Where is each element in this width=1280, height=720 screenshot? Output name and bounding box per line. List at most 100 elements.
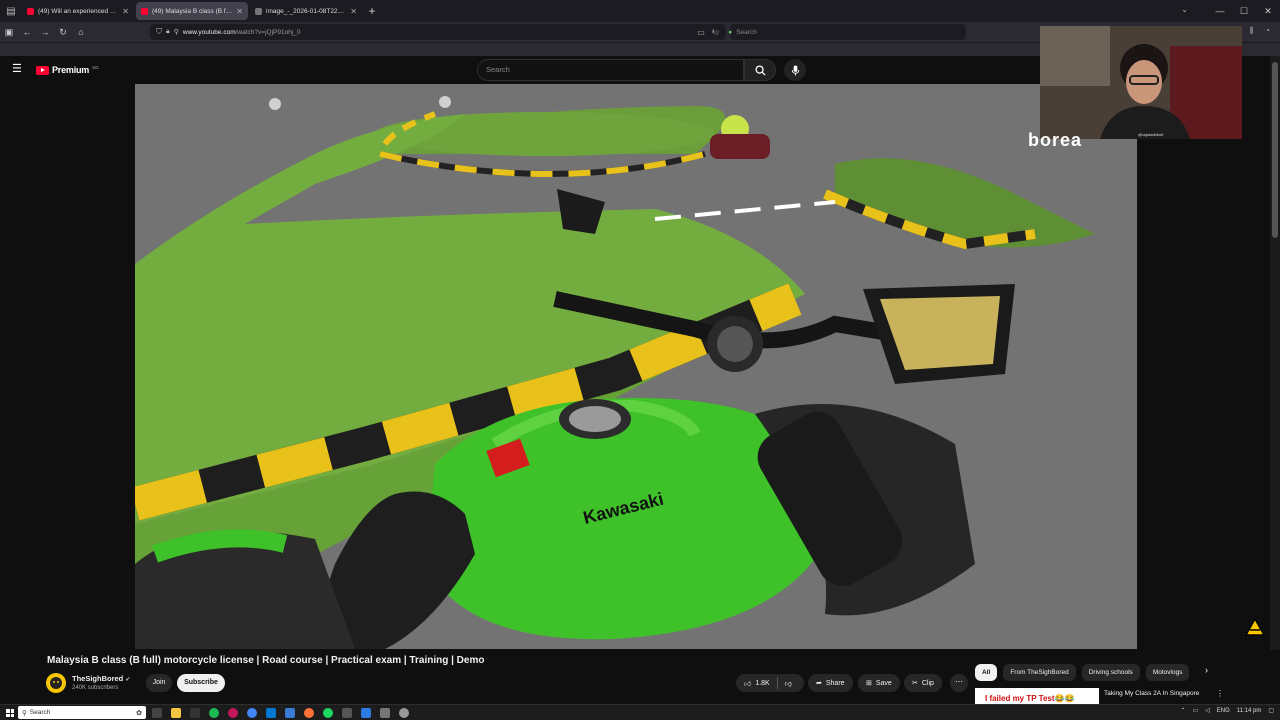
taskbar-search-box[interactable]: ⚲ Search ✿ — [18, 706, 146, 719]
browser-tab[interactable]: image_-_2026-01-08T225916.570.jp ✕ — [250, 2, 362, 20]
channel-avatar-icon — [50, 677, 62, 689]
hamburger-menu-icon[interactable]: ☰ — [12, 64, 22, 75]
google-icon: ● — [728, 28, 733, 36]
video-frame-scene: Kawasaki — [135, 84, 1137, 649]
clip-label: Clip — [921, 679, 934, 687]
new-tab-button[interactable]: + — [364, 4, 380, 18]
chip-all[interactable]: All — [975, 664, 998, 681]
file-explorer-icon[interactable] — [171, 708, 181, 718]
app-red-icon[interactable] — [228, 708, 238, 718]
save-button[interactable]: ⊞ Save — [858, 674, 900, 692]
reader-view-icon[interactable]: ▭ — [697, 28, 705, 37]
scissors-icon: ✂ — [912, 680, 918, 687]
chrome-icon[interactable] — [247, 708, 257, 718]
browser-search-field[interactable]: ⭳ ● Search — [712, 24, 966, 40]
close-tab-icon[interactable]: ✕ — [350, 7, 357, 16]
search-icon — [754, 64, 766, 76]
app-gray-icon[interactable] — [380, 708, 390, 718]
youtube-play-icon — [36, 65, 49, 75]
verified-icon: ✔ — [125, 677, 131, 683]
channel-avatar[interactable] — [46, 673, 66, 693]
maximize-icon[interactable]: ☐ — [1232, 0, 1256, 22]
recommendation-thumbnail[interactable]: I failed my TP Test😂😂 — [975, 688, 1099, 704]
language-indicator[interactable]: ENG — [1217, 708, 1230, 714]
app-blue-icon[interactable] — [285, 708, 295, 718]
tray-chevron-icon[interactable]: ⌃ — [1180, 707, 1185, 714]
close-tab-icon[interactable]: ✕ — [122, 7, 129, 16]
search-highlight-icon: ✿ — [136, 709, 142, 717]
extensions-icon[interactable]: ◔ — [1265, 26, 1270, 36]
app-dark-icon[interactable] — [342, 708, 352, 718]
recommendation-menu-icon[interactable]: ⋮ — [1216, 689, 1224, 698]
firefox-icon[interactable] — [304, 708, 314, 718]
browser-tab-active[interactable]: (49) Malaysia B class (B full) ✕ — [136, 2, 248, 20]
home-icon[interactable]: ⌂ — [72, 27, 90, 37]
spotify-green-icon[interactable] — [323, 708, 333, 718]
clock[interactable]: 11:14 pm — [1237, 708, 1262, 714]
tab-label: image_-_2026-01-08T225916.570.jp — [266, 7, 347, 15]
download-icon[interactable]: ⭳ — [712, 27, 714, 38]
voice-search-button[interactable] — [784, 59, 806, 81]
forward-icon[interactable]: → — [36, 27, 54, 37]
youtube-search-input[interactable]: Search — [477, 59, 744, 81]
sidebar-toggle-icon[interactable]: ▤ — [0, 0, 22, 22]
thumbs-up-icon: 👍︎ — [744, 680, 752, 688]
thumbs-down-icon: 👎︎ — [784, 680, 792, 688]
volume-icon[interactable]: ◁ — [1205, 707, 1210, 714]
youtube-search-button[interactable] — [744, 59, 776, 81]
notification-icon[interactable]: ▢ — [1268, 707, 1274, 714]
spotify-icon[interactable] — [209, 708, 219, 718]
vscode-icon[interactable] — [266, 708, 276, 718]
more-actions-button[interactable]: ⋯ — [950, 674, 968, 692]
shield-icon[interactable]: ⛉ — [156, 27, 162, 37]
youtube-logo[interactable]: Premium SG — [36, 65, 99, 75]
taskview-icon[interactable] — [152, 708, 162, 718]
youtube-country-code: SG — [92, 64, 99, 70]
recommendation-chips: All From TheSighBored Driving schools Mo… — [975, 664, 1190, 681]
youtube-favicon-icon — [141, 7, 148, 15]
lock-icon: 🔒︎ — [166, 28, 170, 35]
app-check-icon[interactable] — [361, 708, 371, 718]
terminal-icon[interactable] — [190, 708, 200, 718]
scrollbar-thumb[interactable] — [1272, 62, 1278, 238]
like-button[interactable]: 👍︎ 1.8K — [744, 679, 770, 688]
browser-tab[interactable]: (49) Will an experienced rider p ✕ — [22, 2, 134, 20]
chip-from-channel[interactable]: From TheSighBored — [1003, 664, 1076, 681]
close-window-icon[interactable]: ✕ — [1256, 0, 1280, 22]
save-label: Save — [875, 679, 892, 687]
join-button[interactable]: Join — [146, 674, 172, 692]
chevron-right-icon[interactable]: › — [1205, 665, 1208, 675]
like-count: 1.8K — [755, 679, 770, 687]
network-icon[interactable]: ▭ — [1192, 707, 1198, 714]
chip-driving-schools[interactable]: Driving schools — [1081, 664, 1140, 681]
channel-name[interactable]: TheSighBored ✔ — [72, 674, 130, 683]
video-player[interactable]: Kawasaki — [135, 84, 1137, 649]
windows-start-icon[interactable] — [6, 709, 14, 717]
permissions-icon[interactable]: ⚲ — [174, 28, 179, 36]
recommendation-title[interactable]: Taking My Class 2A In Singapore — [1104, 690, 1199, 697]
dislike-button[interactable]: 👎︎ — [785, 679, 792, 688]
library-icon[interactable]: ⫼ — [1249, 26, 1253, 36]
sidebar-icon[interactable]: ▣ — [0, 27, 18, 38]
like-dislike-group: 👍︎ 1.8K 👎︎ — [736, 674, 804, 692]
chip-motovlogs[interactable]: Motovlogs — [1145, 664, 1190, 681]
subscribe-button[interactable]: Subscribe — [177, 674, 225, 692]
webcam-overlay: @rajakwibbolt — [1040, 26, 1242, 139]
reload-icon[interactable]: ↻ — [54, 27, 72, 38]
share-button[interactable]: ➦ Share — [808, 674, 853, 692]
list-all-tabs-icon[interactable]: ⌄ — [1181, 5, 1188, 14]
close-tab-icon[interactable]: ✕ — [236, 7, 243, 16]
taskbar-apps — [152, 708, 409, 718]
system-tray: ⌃ ▭ ◁ ENG 11:14 pm ▢ — [1180, 707, 1274, 715]
page-scrollbar[interactable] — [1270, 56, 1280, 650]
minimize-icon[interactable]: — — [1208, 0, 1232, 22]
clip-button[interactable]: ✂ Clip — [904, 674, 942, 692]
webcam-caption: @rajakwibbolt — [1138, 132, 1164, 137]
share-label: Share — [825, 679, 845, 687]
back-icon[interactable]: ← — [18, 27, 36, 37]
url-bar[interactable]: ⛉ 🔒︎ ⚲ www.youtube.com/watch?v=jQjP91ohj… — [150, 24, 726, 40]
image-favicon-icon — [255, 7, 262, 15]
app-circle-icon[interactable] — [399, 708, 409, 718]
webcam-scene: @rajakwibbolt — [1040, 26, 1242, 139]
tab-label: (49) Malaysia B class (B full) — [152, 7, 233, 15]
